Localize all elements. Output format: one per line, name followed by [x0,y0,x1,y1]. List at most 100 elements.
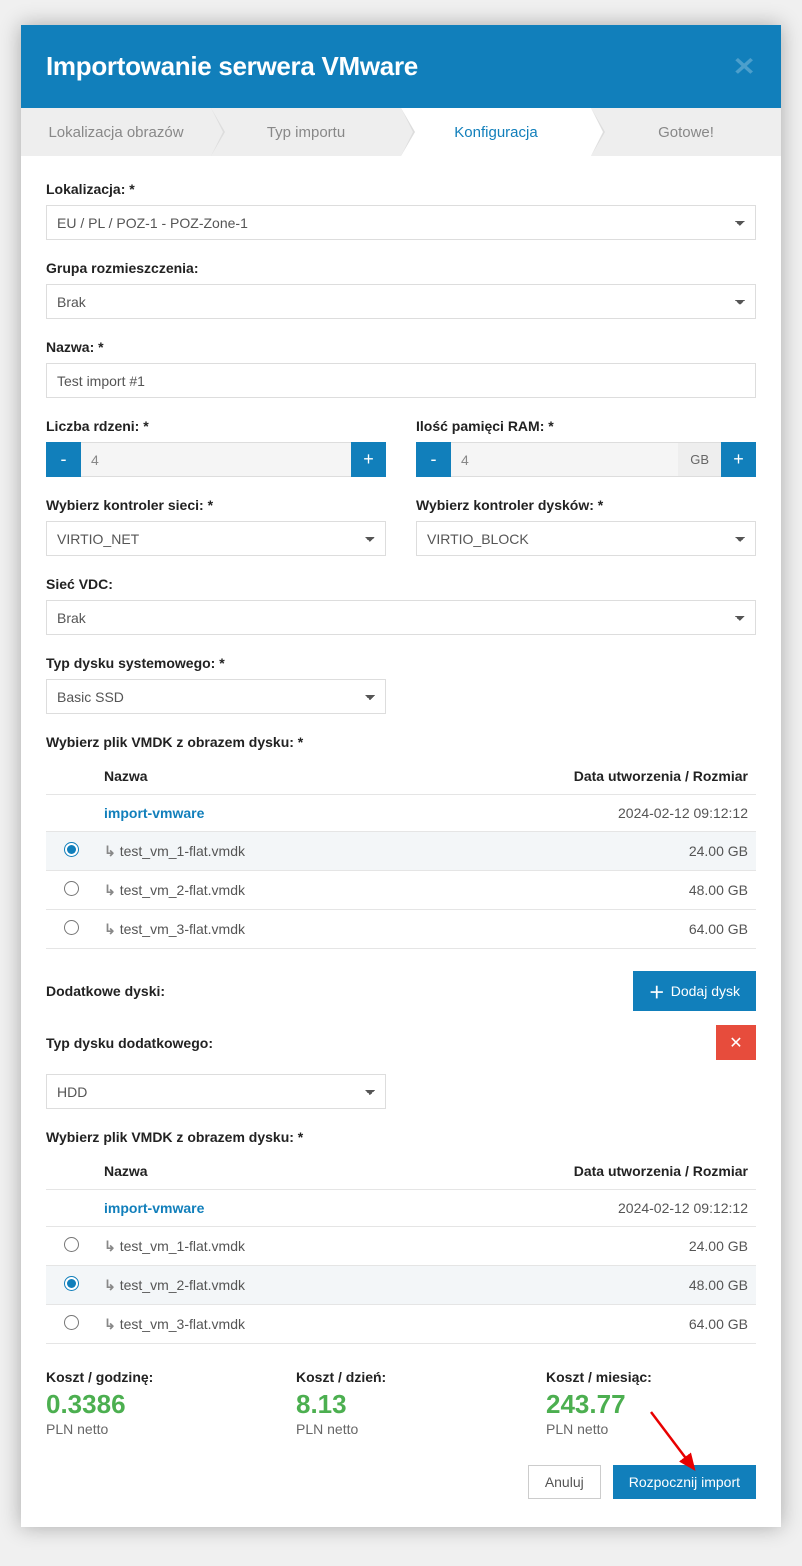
net-label: Wybierz kontroler sieci: * [46,497,386,513]
close-icon[interactable]: ✕ [733,52,756,82]
modal-title: Importowanie serwera VMware [46,51,418,82]
col-radio [46,758,96,795]
sysdisk-label: Typ dysku systemowego: * [46,655,756,671]
typ-dodatkowego-label: Typ dysku dodatkowego: [46,1035,213,1051]
ram-stepper: - 4 GB + [416,442,756,477]
col-date: Data utworzenia / Rozmiar [394,758,756,795]
cost-day-label: Koszt / dzień: [296,1369,506,1385]
modal-body: Lokalizacja: * EU / PL / POZ-1 - POZ-Zon… [21,156,781,1447]
modal-header: Importowanie serwera VMware ✕ [21,25,781,108]
disk-ctrl-select[interactable]: VIRTIO_BLOCK [416,521,756,556]
col-date: Data utworzenia / Rozmiar [394,1153,756,1190]
table-row[interactable]: ↳test_vm_2-flat.vmdk 48.00 GB [46,871,756,910]
wizard-steps: Lokalizacja obrazów Typ importu Konfigur… [21,108,781,156]
indent-icon: ↳ [104,1316,116,1332]
table-row[interactable]: ↳test_vm_1-flat.vmdk 24.00 GB [46,832,756,871]
modal-footer: Anuluj Rozpocznij import [21,1447,781,1527]
file-size: 64.00 GB [394,910,756,949]
vmdk1-radio-2[interactable] [64,920,79,935]
dodatkowe-label: Dodatkowe dyski: [46,983,165,999]
grupa-select[interactable]: Brak [46,284,756,319]
table-row[interactable]: ↳test_vm_2-flat.vmdk 48.00 GB [46,1266,756,1305]
folder-date: 2024-02-12 09:12:12 [394,1190,756,1227]
table-row: import-vmware 2024-02-12 09:12:12 [46,795,756,832]
cancel-button[interactable]: Anuluj [528,1465,601,1499]
file-name: test_vm_3-flat.vmdk [120,921,245,937]
indent-icon: ↳ [104,843,116,859]
cost-month: Koszt / miesiąc: 243.77 PLN netto [546,1369,756,1437]
folder-name[interactable]: import-vmware [96,1190,394,1227]
cost-day-sub: PLN netto [296,1421,506,1437]
file-size: 24.00 GB [394,1227,756,1266]
rdzeni-plus[interactable]: + [351,442,386,477]
cost-hour: Koszt / godzinę: 0.3386 PLN netto [46,1369,256,1437]
file-name: test_vm_2-flat.vmdk [120,1277,245,1293]
ram-unit: GB [678,442,721,477]
vmdk2-radio-2[interactable] [64,1315,79,1330]
cost-month-value: 243.77 [546,1390,756,1419]
file-name: test_vm_3-flat.vmdk [120,1316,245,1332]
table-row[interactable]: ↳test_vm_3-flat.vmdk 64.00 GB [46,1305,756,1344]
file-size: 24.00 GB [394,832,756,871]
add-disk-button[interactable]: ＋ Dodaj dysk [633,971,756,1011]
file-name: test_vm_1-flat.vmdk [120,843,245,859]
file-size: 64.00 GB [394,1305,756,1344]
step-gotowe[interactable]: Gotowe! [591,108,781,156]
col-name: Nazwa [96,758,394,795]
file-name: test_vm_2-flat.vmdk [120,882,245,898]
step-konfiguracja[interactable]: Konfiguracja [401,108,591,156]
rdzeni-minus[interactable]: - [46,442,81,477]
folder-date: 2024-02-12 09:12:12 [394,795,756,832]
step-lokalizacja[interactable]: Lokalizacja obrazów [21,108,211,156]
close-icon: ✕ [729,1033,742,1053]
vmdk1-table: Nazwa Data utworzenia / Rozmiar import-v… [46,758,756,949]
typ-dodatkowego-select[interactable]: HDD [46,1074,386,1109]
siec-label: Sieć VDC: [46,576,756,592]
grupa-label: Grupa rozmieszczenia: [46,260,756,276]
import-vmware-modal: Importowanie serwera VMware ✕ Lokalizacj… [21,25,781,1527]
col-name: Nazwa [96,1153,394,1190]
start-import-button[interactable]: Rozpocznij import [613,1465,756,1499]
cost-hour-sub: PLN netto [46,1421,256,1437]
table-row[interactable]: ↳test_vm_1-flat.vmdk 24.00 GB [46,1227,756,1266]
sysdisk-select[interactable]: Basic SSD [46,679,386,714]
vmdk2-radio-0[interactable] [64,1237,79,1252]
add-disk-label: Dodaj dysk [671,983,740,999]
ram-label: Ilość pamięci RAM: * [416,418,756,434]
col-radio [46,1153,96,1190]
lokalizacja-select[interactable]: EU / PL / POZ-1 - POZ-Zone-1 [46,205,756,240]
lokalizacja-label: Lokalizacja: * [46,181,756,197]
indent-icon: ↳ [104,1277,116,1293]
vmdk1-radio-0[interactable] [64,842,79,857]
ram-plus[interactable]: + [721,442,756,477]
vmdk1-radio-1[interactable] [64,881,79,896]
cost-month-label: Koszt / miesiąc: [546,1369,756,1385]
vmdk2-table: Nazwa Data utworzenia / Rozmiar import-v… [46,1153,756,1344]
indent-icon: ↳ [104,1238,116,1254]
cost-day-value: 8.13 [296,1390,506,1419]
net-select[interactable]: VIRTIO_NET [46,521,386,556]
vmdk2-radio-1[interactable] [64,1276,79,1291]
table-row[interactable]: ↳test_vm_3-flat.vmdk 64.00 GB [46,910,756,949]
remove-disk-button[interactable]: ✕ [716,1025,756,1060]
ram-value[interactable]: 4 [451,442,678,477]
disk-ctrl-label: Wybierz kontroler dysków: * [416,497,756,513]
rdzeni-label: Liczba rdzeni: * [46,418,386,434]
vmdk1-label: Wybierz plik VMDK z obrazem dysku: * [46,734,756,750]
cost-day: Koszt / dzień: 8.13 PLN netto [296,1369,506,1437]
nazwa-label: Nazwa: * [46,339,756,355]
rdzeni-stepper: - 4 + [46,442,386,477]
indent-icon: ↳ [104,882,116,898]
indent-icon: ↳ [104,921,116,937]
nazwa-input[interactable] [46,363,756,398]
cost-hour-value: 0.3386 [46,1390,256,1419]
ram-minus[interactable]: - [416,442,451,477]
step-typ-importu[interactable]: Typ importu [211,108,401,156]
file-size: 48.00 GB [394,1266,756,1305]
vmdk2-label: Wybierz plik VMDK z obrazem dysku: * [46,1129,756,1145]
file-size: 48.00 GB [394,871,756,910]
siec-select[interactable]: Brak [46,600,756,635]
folder-name[interactable]: import-vmware [96,795,394,832]
rdzeni-value[interactable]: 4 [81,442,351,477]
costs: Koszt / godzinę: 0.3386 PLN netto Koszt … [46,1369,756,1437]
